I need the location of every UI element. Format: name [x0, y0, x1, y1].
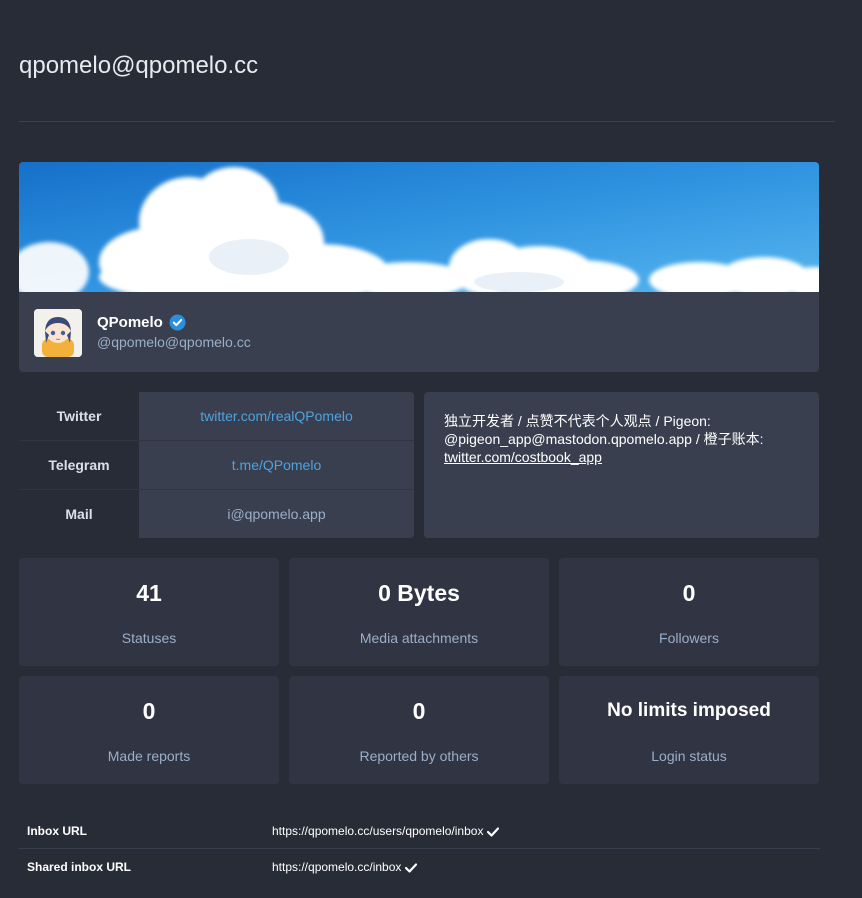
field-value: i@qpomelo.app [139, 490, 414, 538]
username: @qpomelo@qpomelo.cc [97, 334, 251, 350]
stat-value: 0 [142, 698, 156, 724]
stat-label: Statuses [121, 630, 177, 646]
display-name[interactable]: QPomelo [97, 314, 186, 331]
stat-statuses: 41 Statuses [19, 558, 279, 666]
stat-label: Followers [659, 630, 719, 646]
title-divider [19, 121, 835, 122]
inbox-url-label: Inbox URL [27, 824, 87, 838]
check-icon [487, 826, 500, 837]
verified-badge-icon [169, 314, 186, 331]
field-row: Mail i@qpomelo.app [19, 490, 414, 538]
account-bio: 独立开发者 / 点赞不代表个人观点 / Pigeon: @pigeon_app@… [424, 392, 819, 538]
shared-inbox-url-label: Shared inbox URL [27, 859, 132, 874]
stat-label: Reported by others [359, 748, 479, 764]
profile-fields-table: Twitter twitter.com/realQPomelo Telegram… [19, 392, 414, 538]
field-row: Telegram t.me/QPomelo [19, 441, 414, 489]
bio-line: @pigeon_app@mastodon.qpomelo.app / 橙子账本: [444, 431, 764, 447]
avatar[interactable] [34, 309, 82, 357]
field-name: Telegram [19, 441, 139, 489]
field-name: Mail [19, 490, 139, 538]
bio-line: 独立开发者 / 点赞不代表个人观点 / Pigeon: [444, 413, 711, 429]
account-card-footer: QPomelo @qpomelo@qpomelo.cc [19, 292, 819, 372]
stat-label: Login status [651, 748, 727, 764]
stat-value: No limits imposed [607, 700, 771, 721]
stat-login-status: No limits imposed Login status [559, 676, 819, 784]
field-name: Twitter [19, 392, 139, 440]
shared-inbox-url-value: https://qpomelo.cc/inbox [272, 859, 418, 874]
field-value-link[interactable]: t.me/QPomelo [139, 441, 414, 489]
table-row: Shared inbox URL https://qpomelo.cc/inbo… [19, 849, 820, 884]
stat-value: 0 Bytes [378, 580, 460, 606]
inbox-table: Inbox URL https://qpomelo.cc/users/qpome… [19, 814, 820, 884]
stat-made-reports: 0 Made reports [19, 676, 279, 784]
bio-link[interactable]: twitter.com/costbook_app [444, 449, 602, 465]
check-icon [405, 862, 418, 873]
inbox-url-text: https://qpomelo.cc/users/qpomelo/inbox [272, 824, 484, 838]
stat-label: Made reports [107, 748, 191, 764]
stat-reported-by-others: 0 Reported by others [289, 676, 549, 784]
stat-label: Media attachments [359, 630, 479, 646]
inbox-url-value: https://qpomelo.cc/users/qpomelo/inbox [272, 824, 500, 838]
stat-value: 41 [136, 580, 162, 606]
field-row: Twitter twitter.com/realQPomelo [19, 392, 414, 440]
header-banner-image [19, 162, 819, 292]
stat-followers: 0 Followers [559, 558, 819, 666]
field-value-link[interactable]: twitter.com/realQPomelo [139, 392, 414, 440]
page-title: qpomelo@qpomelo.cc [19, 52, 259, 79]
table-row: Inbox URL https://qpomelo.cc/users/qpome… [19, 814, 820, 849]
stat-media-attachments: 0 Bytes Media attachments [289, 558, 549, 666]
display-name-text: QPomelo [97, 314, 163, 331]
stat-value: 0 [682, 580, 696, 606]
account-card: QPomelo @qpomelo@qpomelo.cc [19, 162, 819, 372]
stat-value: 0 [412, 698, 426, 724]
shared-inbox-url-text: https://qpomelo.cc/inbox [272, 859, 402, 874]
